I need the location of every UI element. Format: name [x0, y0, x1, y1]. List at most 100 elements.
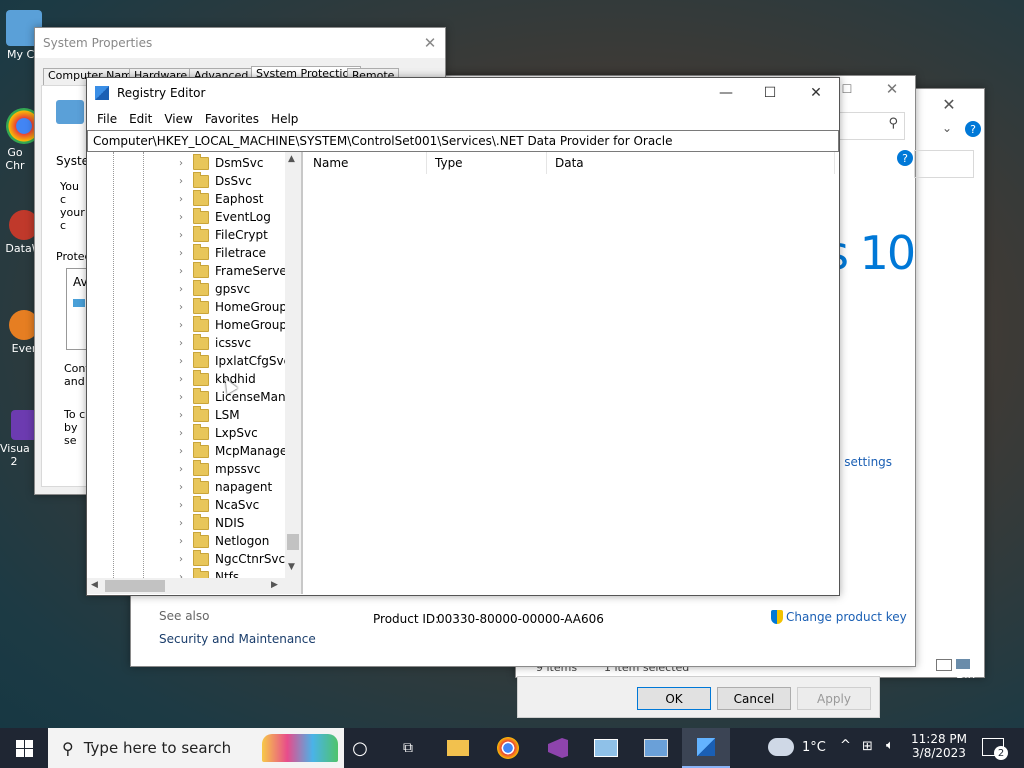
- chevron-right-icon[interactable]: ›: [175, 266, 187, 277]
- tree-node[interactable]: › DsmSvc: [175, 153, 264, 172]
- chevron-right-icon[interactable]: ›: [175, 428, 187, 439]
- help-icon[interactable]: ?: [965, 121, 981, 137]
- scroll-thumb[interactable]: [287, 534, 299, 550]
- network-icon[interactable]: ⊞: [862, 739, 873, 754]
- menu-view[interactable]: View: [158, 112, 198, 126]
- tree-node[interactable]: › EventLog: [175, 207, 271, 226]
- details-view-icon[interactable]: [936, 659, 952, 671]
- system-properties-taskbar-icon[interactable]: [582, 728, 630, 768]
- help-icon[interactable]: ?: [897, 150, 913, 166]
- close-icon[interactable]: ✕: [914, 89, 984, 119]
- values-list-pane[interactable]: Name Type Data: [305, 152, 837, 594]
- maximize-icon[interactable]: ☐: [837, 76, 857, 102]
- menu-edit[interactable]: Edit: [123, 112, 158, 126]
- menu-file[interactable]: File: [91, 112, 123, 126]
- chevron-right-icon[interactable]: ›: [175, 302, 187, 313]
- menu-favorites[interactable]: Favorites: [199, 112, 265, 126]
- minimize-icon[interactable]: —: [703, 78, 749, 108]
- change-settings-link[interactable]: e settings: [833, 455, 892, 469]
- cortana-icon[interactable]: ○: [336, 728, 384, 768]
- tree-node[interactable]: › LicenseManag: [175, 387, 301, 406]
- file-explorer-icon[interactable]: [434, 728, 482, 768]
- chevron-right-icon[interactable]: ›: [175, 158, 187, 169]
- tree-node[interactable]: › gpsvc: [175, 279, 250, 298]
- chevron-right-icon[interactable]: ›: [175, 230, 187, 241]
- tree-node[interactable]: › kbdhid: [175, 369, 256, 388]
- chevron-right-icon[interactable]: ›: [175, 248, 187, 259]
- tree-node[interactable]: › McpManagem: [175, 441, 299, 460]
- tree-node[interactable]: › Eaphost: [175, 189, 263, 208]
- tree-horizontal-scrollbar[interactable]: ◀ ▶: [87, 578, 301, 594]
- chevron-right-icon[interactable]: ›: [175, 536, 187, 547]
- system-taskbar-icon[interactable]: [632, 728, 680, 768]
- tree-node[interactable]: › HomeGroupPr: [175, 315, 299, 334]
- chevron-right-icon[interactable]: ›: [175, 392, 187, 403]
- chevron-right-icon[interactable]: ›: [175, 554, 187, 565]
- column-name[interactable]: Name: [305, 152, 427, 174]
- weather-icon[interactable]: [768, 738, 794, 756]
- tree-node[interactable]: › LSM: [175, 405, 240, 424]
- scroll-up-icon[interactable]: ▲: [288, 154, 295, 164]
- chevron-right-icon[interactable]: ›: [175, 464, 187, 475]
- registry-editor-taskbar-icon[interactable]: [682, 728, 730, 768]
- tree-node[interactable]: › napagent: [175, 477, 272, 496]
- scroll-right-icon[interactable]: ▶: [271, 580, 278, 590]
- tree-node[interactable]: › DsSvc: [175, 171, 252, 190]
- address-bar[interactable]: Computer\HKEY_LOCAL_MACHINE\SYSTEM\Contr…: [87, 130, 839, 152]
- search-box[interactable]: ⚲: [839, 112, 905, 140]
- chevron-right-icon[interactable]: ›: [175, 482, 187, 493]
- close-icon[interactable]: ✕: [793, 78, 839, 108]
- chevron-right-icon[interactable]: ›: [175, 518, 187, 529]
- tree-node[interactable]: › IpxlatCfgSvc: [175, 351, 290, 370]
- tree-node[interactable]: › Netlogon: [175, 531, 269, 550]
- tree-node[interactable]: › NgcCtnrSvc: [175, 549, 285, 568]
- ok-button[interactable]: OK: [637, 687, 711, 710]
- chevron-right-icon[interactable]: ›: [175, 374, 187, 385]
- chevron-right-icon[interactable]: ›: [175, 500, 187, 511]
- volume-icon[interactable]: 🔈︎: [886, 738, 894, 753]
- column-type[interactable]: Type: [427, 152, 547, 174]
- chevron-right-icon[interactable]: ›: [175, 338, 187, 349]
- registry-tree-pane[interactable]: › DsmSvc › DsSvc › Eaphost › EventLog › FileCrypt…: [87, 152, 303, 594]
- chevron-right-icon[interactable]: ›: [175, 320, 187, 331]
- visual-studio-icon[interactable]: [534, 728, 582, 768]
- search-field[interactable]: [914, 150, 974, 178]
- close-icon[interactable]: ✕: [877, 76, 907, 102]
- chevron-up-icon[interactable]: ^: [840, 738, 851, 753]
- tree-node[interactable]: › FrameServer: [175, 261, 292, 280]
- search-box[interactable]: ⚲ Type here to search: [48, 728, 344, 768]
- large-icons-view-icon[interactable]: [956, 659, 970, 669]
- change-product-key-link[interactable]: Change product key: [771, 610, 907, 624]
- chevron-right-icon[interactable]: ›: [175, 194, 187, 205]
- chevron-right-icon[interactable]: ›: [175, 410, 187, 421]
- tree-node[interactable]: › mpssvc: [175, 459, 261, 478]
- apply-button[interactable]: Apply: [797, 687, 871, 710]
- chrome-icon[interactable]: [484, 728, 532, 768]
- tree-node[interactable]: › NcaSvc: [175, 495, 259, 514]
- cancel-button[interactable]: Cancel: [717, 687, 791, 710]
- chevron-right-icon[interactable]: ›: [175, 176, 187, 187]
- chevron-right-icon[interactable]: ›: [175, 356, 187, 367]
- task-view-icon[interactable]: ⧉: [384, 728, 432, 768]
- maximize-icon[interactable]: ☐: [747, 78, 793, 108]
- column-data[interactable]: Data: [547, 152, 835, 174]
- menu-help[interactable]: Help: [265, 112, 304, 126]
- chevron-right-icon[interactable]: ›: [175, 212, 187, 223]
- scroll-left-icon[interactable]: ◀: [91, 580, 98, 590]
- tree-node[interactable]: › FileCrypt: [175, 225, 268, 244]
- chevron-right-icon[interactable]: ›: [175, 284, 187, 295]
- start-button[interactable]: [0, 728, 48, 768]
- tree-vertical-scrollbar[interactable]: ▲ ▼: [285, 152, 301, 578]
- tree-node[interactable]: › LxpSvc: [175, 423, 258, 442]
- close-icon[interactable]: ✕: [415, 28, 445, 58]
- tree-node[interactable]: › NDIS: [175, 513, 244, 532]
- clock[interactable]: 11:28 PM 3/8/2023: [910, 732, 968, 760]
- tree-node[interactable]: › icssvc: [175, 333, 251, 352]
- tree-node[interactable]: › Filetrace: [175, 243, 266, 262]
- temperature[interactable]: 1°C: [802, 740, 826, 755]
- chevron-right-icon[interactable]: ›: [175, 446, 187, 457]
- scroll-down-icon[interactable]: ▼: [288, 562, 295, 572]
- chevron-down-icon[interactable]: ⌄: [942, 121, 952, 135]
- scroll-thumb[interactable]: [105, 580, 165, 592]
- tree-node[interactable]: › HomeGroupLi: [175, 297, 297, 316]
